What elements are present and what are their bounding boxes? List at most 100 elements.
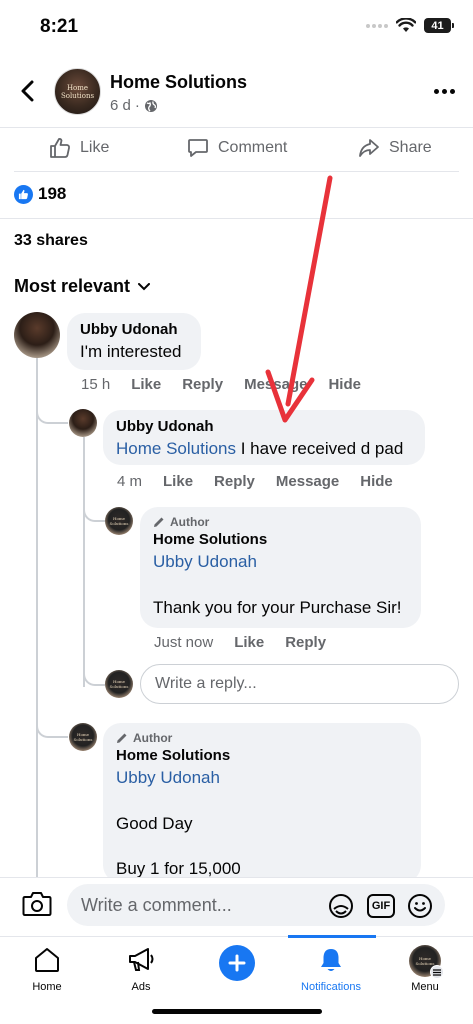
thread-connector — [83, 490, 105, 522]
page-avatar-logo-text: Home Solutions — [60, 83, 95, 100]
bell-icon — [321, 949, 341, 971]
comment-hide-button[interactable]: Hide — [360, 473, 393, 490]
more-options-icon[interactable] — [434, 89, 455, 94]
comment-icon — [188, 139, 208, 157]
like-reaction-icon — [14, 184, 33, 204]
globe-icon — [144, 99, 157, 112]
comment-like-button[interactable]: Like — [163, 473, 193, 490]
tab-home[interactable]: Home — [7, 945, 87, 993]
page-name[interactable]: Home Solutions — [110, 72, 247, 93]
create-button[interactable] — [219, 945, 255, 981]
gif-label: GIF — [371, 900, 391, 912]
share-button-label: Share — [389, 139, 432, 156]
comment-text: Thank you for your Purchase Sir! — [153, 598, 402, 617]
thread-connector — [36, 390, 68, 424]
pencil-icon — [117, 733, 127, 743]
meta-separator: · — [134, 97, 140, 114]
battery-level: 41 — [431, 19, 444, 32]
comment-reply-button[interactable]: Reply — [285, 634, 326, 651]
pencil-icon — [154, 517, 164, 527]
mention-link[interactable]: Ubby Udonah — [116, 766, 408, 789]
comment-text: Good Day — [116, 814, 193, 833]
camera-icon[interactable] — [22, 891, 52, 917]
commenter-avatar[interactable] — [14, 312, 60, 358]
comment-author[interactable]: Ubby Udonah — [80, 321, 188, 338]
tab-menu[interactable]: Home Solutions Menu — [385, 945, 465, 993]
comment-button-label: Comment — [218, 139, 288, 156]
comment-actions: 4 m Like Reply Message Hide — [117, 473, 414, 490]
mention-link[interactable]: Home Solutions — [116, 439, 236, 458]
thread-connector — [36, 700, 68, 738]
thread-line — [83, 437, 85, 687]
comment-like-button[interactable]: Like — [234, 634, 264, 651]
tab-label: Ads — [131, 981, 151, 993]
tab-ads[interactable]: Ads — [101, 945, 181, 993]
page-avatar[interactable]: Home Solutions — [54, 68, 101, 115]
menu-hamburger-icon — [430, 965, 444, 979]
shares-count[interactable]: 33 shares — [14, 232, 88, 250]
tab-label: Home — [32, 981, 62, 993]
comment-text-body: I have received d pad — [236, 439, 404, 458]
like-button-label: Like — [80, 139, 110, 156]
post-meta: 6 d · — [110, 97, 158, 114]
share-arrow-icon — [359, 139, 379, 157]
reply-placeholder: Write a reply... — [155, 675, 257, 692]
reply-input[interactable]: Write a reply... — [140, 664, 459, 704]
page-avatar-small[interactable]: Home Solutions — [105, 507, 133, 535]
status-time: 8:21 — [40, 16, 79, 37]
actions-divider — [14, 171, 459, 172]
gif-button[interactable]: GIF — [367, 894, 395, 918]
tab-label: Menu — [411, 981, 439, 993]
avatar-logo-text: Home Solutions — [73, 732, 93, 742]
comment-text: Home Solutions I have received d pad — [116, 437, 412, 460]
comment-placeholder: Write a comment... — [81, 894, 232, 915]
emoji-icon[interactable] — [407, 893, 433, 919]
reaction-summary[interactable]: 198 — [14, 184, 66, 204]
thumbs-up-icon — [50, 138, 70, 158]
comment-actions: Just now Like Reply — [154, 634, 347, 651]
page-avatar-small[interactable]: Home Solutions — [69, 723, 97, 751]
tab-label: Notifications — [301, 981, 361, 993]
comment-message-button[interactable]: Message — [276, 473, 339, 490]
menu-avatar: Home Solutions — [409, 945, 444, 979]
reaction-count: 198 — [38, 184, 67, 203]
plus-icon — [228, 954, 246, 972]
tab-notifications[interactable]: Notifications — [291, 945, 371, 993]
comment-text: I'm interested — [80, 342, 182, 361]
avatar-logo-text: Home Solutions — [109, 679, 129, 689]
comment-author[interactable]: Home Solutions — [116, 747, 408, 764]
avatar-sticker-icon[interactable] — [327, 892, 355, 920]
author-label: Author — [133, 731, 173, 745]
comment-input[interactable]: Write a comment... GIF — [67, 884, 445, 926]
page-avatar-small: Home Solutions — [105, 670, 133, 698]
comment-bubble[interactable]: Author Home Solutions Ubby Udonah Thank … — [140, 507, 421, 628]
signal-icon — [366, 23, 388, 28]
share-button[interactable]: Share — [357, 136, 432, 160]
active-tab-indicator — [288, 935, 376, 938]
author-badge: Author — [153, 515, 408, 529]
thread-line — [36, 358, 38, 878]
thread-connector — [83, 660, 105, 686]
back-arrow-icon[interactable] — [18, 80, 38, 102]
comment-button[interactable]: Comment — [186, 136, 287, 160]
comment-time: 15 h — [81, 376, 111, 393]
comment-time: Just now — [154, 634, 214, 651]
chevron-down-icon — [138, 282, 151, 290]
battery-icon: 41 — [424, 18, 454, 33]
comment-bubble[interactable]: Ubby Udonah I'm interested — [67, 313, 201, 370]
megaphone-icon — [129, 948, 154, 971]
sort-dropdown[interactable]: Most relevant — [14, 276, 151, 297]
comment-bubble[interactable]: Author Home Solutions Ubby Udonah Good D… — [103, 723, 421, 883]
like-button[interactable]: Like — [48, 136, 109, 160]
comment-reply-button[interactable]: Reply — [182, 376, 223, 393]
comment-like-button[interactable]: Like — [131, 376, 161, 393]
annotation-arrow-icon — [265, 175, 333, 423]
commenter-avatar[interactable] — [69, 409, 97, 437]
comment-reply-button[interactable]: Reply — [214, 473, 255, 490]
home-icon — [35, 948, 59, 972]
sort-label: Most relevant — [14, 276, 131, 296]
mention-link[interactable]: Ubby Udonah — [153, 550, 408, 573]
comment-author[interactable]: Home Solutions — [153, 531, 408, 548]
wifi-icon — [396, 18, 416, 32]
header-divider — [0, 127, 473, 128]
